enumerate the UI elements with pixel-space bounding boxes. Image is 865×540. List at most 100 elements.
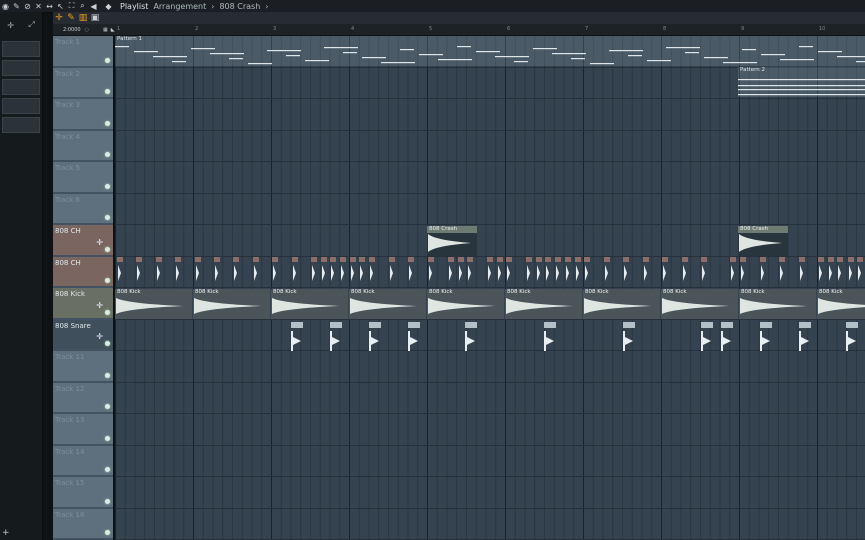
track-mute-icon[interactable] xyxy=(105,435,110,441)
snare-clip[interactable] xyxy=(799,322,811,352)
track-mute-icon[interactable] xyxy=(105,183,110,189)
hihat-clip[interactable] xyxy=(536,257,542,285)
grid-icon[interactable]: ▦ xyxy=(103,27,108,33)
pointer-icon[interactable]: ↖ xyxy=(55,2,66,11)
hihat-clip[interactable] xyxy=(584,257,590,285)
hihat-clip[interactable] xyxy=(760,257,766,285)
hihat-clip[interactable] xyxy=(350,257,356,285)
track-mute-icon[interactable] xyxy=(105,57,110,63)
track-header[interactable]: Track 6 xyxy=(53,193,113,225)
track-header[interactable]: Track 3 xyxy=(53,99,113,131)
draw-icon[interactable]: ✎ xyxy=(65,13,77,23)
hihat-clip[interactable] xyxy=(799,257,805,285)
kick-clip[interactable]: 808 Kick xyxy=(271,289,348,319)
clip-source-item[interactable] xyxy=(2,60,40,76)
pattern-1-clip[interactable]: Pattern 1 xyxy=(115,36,865,66)
record-icon[interactable]: ◉ xyxy=(0,2,11,11)
track-mute-icon[interactable] xyxy=(105,341,110,346)
track-mute-icon[interactable] xyxy=(105,152,110,157)
track-header[interactable]: 808 Snare ✛ xyxy=(53,319,113,351)
hihat-clip[interactable] xyxy=(321,257,327,285)
snap-icon[interactable]: ✛ xyxy=(7,21,14,30)
clip-source-item[interactable] xyxy=(2,98,40,114)
hihat-clip[interactable] xyxy=(555,257,561,285)
snare-clip[interactable] xyxy=(465,322,477,352)
track-mute-icon[interactable] xyxy=(105,309,110,315)
hihat-clip[interactable] xyxy=(156,257,162,285)
snare-clip[interactable] xyxy=(291,322,303,352)
snare-clip[interactable] xyxy=(701,322,713,352)
snare-clip[interactable] xyxy=(760,322,772,352)
hihat-clip[interactable] xyxy=(828,257,834,285)
track-header[interactable]: Track 2 xyxy=(53,67,113,99)
kick-clip[interactable]: 808 Kick xyxy=(427,289,504,319)
kick-clip[interactable]: 808 Kick xyxy=(193,289,270,319)
hihat-clip[interactable] xyxy=(565,257,571,285)
timeline-ruler[interactable]: 1 2 3 4 5 6 7 8 9 10 xyxy=(115,24,865,35)
hihat-clip[interactable] xyxy=(497,257,503,285)
hihat-clip[interactable] xyxy=(662,257,668,285)
magnify-icon[interactable]: ⌕ xyxy=(77,1,88,11)
clip-source-item[interactable] xyxy=(2,117,40,133)
track-header[interactable]: 808 CH ✛ xyxy=(53,225,113,257)
snare-clip[interactable] xyxy=(544,322,556,352)
kick-clip[interactable]: 808 Kick xyxy=(739,289,816,319)
hihat-clip[interactable] xyxy=(233,257,239,285)
hihat-clip[interactable] xyxy=(408,257,414,285)
kick-clip[interactable]: 808 Kick xyxy=(505,289,582,319)
snare-clip[interactable] xyxy=(330,322,342,352)
hihat-clip[interactable] xyxy=(340,257,346,285)
snare-clip[interactable] xyxy=(721,322,733,352)
track-header[interactable]: Track 4 xyxy=(53,130,113,162)
track-header[interactable]: 808 CH xyxy=(53,256,113,288)
hihat-clip[interactable] xyxy=(740,257,746,285)
record-icon[interactable]: ▣ xyxy=(89,13,101,23)
hihat-clip[interactable] xyxy=(428,257,434,285)
slash-icon[interactable]: ⊘ xyxy=(22,2,33,11)
hihat-clip[interactable] xyxy=(359,257,365,285)
pencil-icon[interactable]: ✎ xyxy=(11,2,22,11)
track-mute-icon[interactable] xyxy=(105,278,110,283)
track-mute-icon[interactable] xyxy=(105,404,110,409)
add-icon[interactable]: + xyxy=(2,528,10,538)
play-icon[interactable]: ◆ xyxy=(103,2,114,11)
snare-clip[interactable] xyxy=(408,322,420,352)
track-header[interactable]: Track 15 xyxy=(53,477,113,509)
kick-clip[interactable]: 808 Kick xyxy=(115,289,192,319)
hihat-clip[interactable] xyxy=(467,257,473,285)
hihat-clip[interactable] xyxy=(253,257,259,285)
scale-icon[interactable]: ⛶ xyxy=(66,1,77,11)
hihat-clip[interactable] xyxy=(604,257,610,285)
track-header[interactable]: Track 14 xyxy=(53,445,113,477)
snare-clip[interactable] xyxy=(623,322,635,352)
hihat-clip[interactable] xyxy=(448,257,454,285)
crash-clip[interactable]: 808 Crash xyxy=(427,226,477,256)
arrangement-grid[interactable]: Pattern 1 Pattern 2 808 Crash 808 Crash 808 … xyxy=(115,36,865,540)
marker-icon[interactable]: ◣ xyxy=(111,27,115,33)
track-mute-icon[interactable] xyxy=(105,372,110,378)
breadcrumb-arrangement[interactable]: Arrangement xyxy=(153,2,206,11)
track-move-icon[interactable]: ✛ xyxy=(96,301,103,310)
hihat-clip[interactable] xyxy=(623,257,629,285)
hihat-clip[interactable] xyxy=(848,257,854,285)
kick-clip[interactable]: 808 Kick xyxy=(583,289,660,319)
hihat-clip[interactable] xyxy=(369,257,375,285)
hihat-clip[interactable] xyxy=(292,257,298,285)
track-header[interactable]: Track 11 xyxy=(53,351,113,383)
hihat-clip[interactable] xyxy=(272,257,278,285)
snap-icon[interactable]: ✛ xyxy=(53,13,65,23)
hihat-clip[interactable] xyxy=(195,257,201,285)
kick-clip[interactable]: 808 Kick xyxy=(349,289,426,319)
track-header[interactable]: Track 12 xyxy=(53,382,113,414)
track-mute-icon[interactable] xyxy=(105,498,110,504)
breadcrumb-pattern[interactable]: 808 Crash xyxy=(219,2,260,11)
pattern-icon[interactable]: ▥ xyxy=(77,13,89,23)
hihat-clip[interactable] xyxy=(526,257,532,285)
hihat-clip[interactable] xyxy=(214,257,220,285)
track-header[interactable]: Track 13 xyxy=(53,414,113,446)
hihat-clip[interactable] xyxy=(730,257,736,285)
hihat-clip[interactable] xyxy=(136,257,142,285)
hihat-clip[interactable] xyxy=(311,257,317,285)
track-mute-icon[interactable] xyxy=(105,530,110,535)
hihat-clip[interactable] xyxy=(779,257,785,285)
